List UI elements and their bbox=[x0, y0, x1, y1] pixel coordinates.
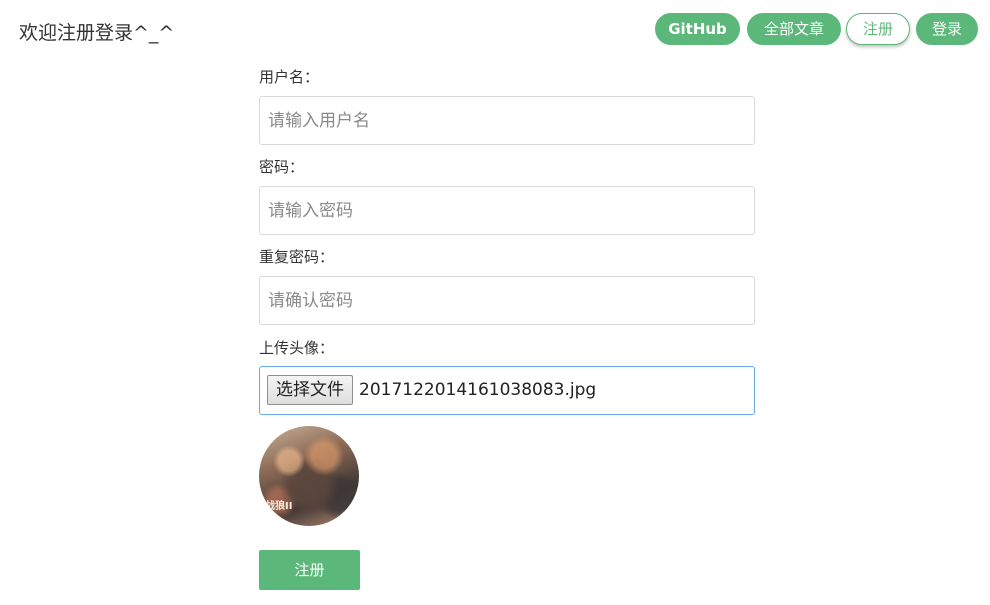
username-field-box bbox=[259, 96, 755, 145]
top-nav: GitHub 全部文章 注册 登录 bbox=[0, 13, 990, 47]
confirm-password-label: 重复密码： bbox=[259, 248, 335, 266]
nav-github-button[interactable]: GitHub bbox=[655, 13, 740, 45]
password-label: 密码： bbox=[259, 158, 305, 176]
avatar-file-input[interactable]: 选择文件 2017122014161038083.jpg bbox=[259, 366, 755, 415]
nav-register-button[interactable]: 注册 bbox=[846, 13, 910, 45]
username-label: 用户名： bbox=[259, 68, 320, 86]
nav-login-button[interactable]: 登录 bbox=[916, 13, 978, 45]
confirm-password-field-box bbox=[259, 276, 755, 325]
password-field-box bbox=[259, 186, 755, 235]
register-submit-button[interactable]: 注册 bbox=[259, 550, 360, 590]
username-input[interactable] bbox=[260, 97, 754, 144]
avatar-upload-label: 上传头像： bbox=[259, 339, 335, 357]
password-input[interactable] bbox=[260, 187, 754, 234]
confirm-password-input[interactable] bbox=[260, 277, 754, 324]
choose-file-button[interactable]: 选择文件 bbox=[267, 375, 353, 405]
selected-file-name: 2017122014161038083.jpg bbox=[359, 380, 597, 400]
avatar-preview-caption: 战狼II bbox=[265, 501, 293, 512]
register-page: 欢迎注册登录^_^ GitHub 全部文章 注册 登录 用户名： 密码： 重复密… bbox=[0, 0, 990, 605]
nav-all-articles-button[interactable]: 全部文章 bbox=[747, 13, 841, 45]
avatar-preview-image: 战狼II bbox=[259, 426, 359, 526]
